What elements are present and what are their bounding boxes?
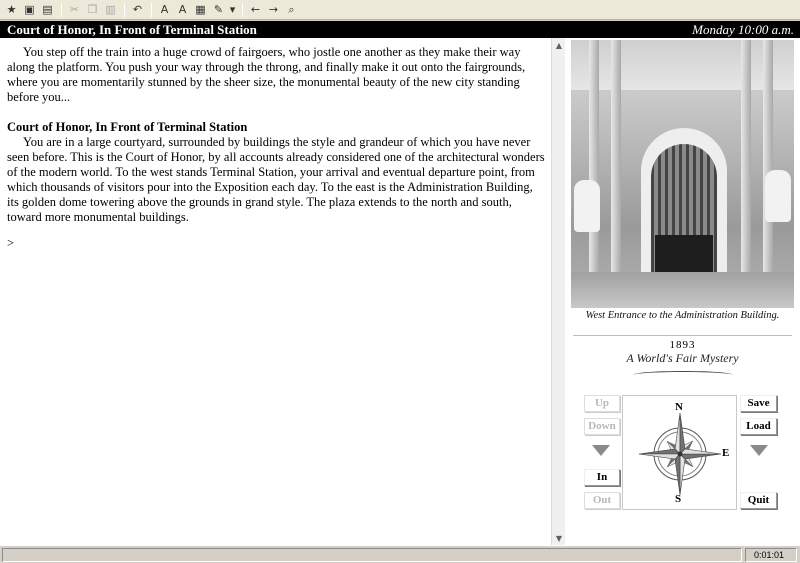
photo-statue [765,170,791,222]
scroll-down-arrow-icon[interactable]: ▼ [552,531,566,545]
options-icon[interactable]: ✎ [210,2,227,18]
location-photo [571,40,794,308]
open-icon[interactable]: ▤ [39,2,56,18]
font-alt-icon[interactable]: A [174,2,191,18]
down-triangle-icon [750,445,768,456]
intro-text: You step off the train into a huge crowd… [7,45,526,104]
year-label: 1893 [669,339,696,351]
photo-pillar [589,40,599,308]
game-time: Monday 10:00 a.m. [692,21,794,37]
status-bar: 0:01:01 [0,545,800,563]
dropdown-arrow-icon[interactable]: ▾ [228,2,237,18]
back-icon[interactable]: ← [247,2,264,18]
toolbar: ★ ▣ ▤ ✂ ❐ ▥ ↶ A A ▦ ✎ ▾ ← → ⌕ [0,0,800,20]
cut-icon[interactable]: ✂ [66,2,83,18]
status-message-panel [2,548,742,562]
scroll-up-arrow-icon[interactable]: ▲ [552,38,566,52]
find-icon[interactable]: ⌕ [283,2,300,18]
story-info-icon[interactable]: ▦ [192,2,209,18]
logo-flourish [633,371,733,379]
compass-rose-icon[interactable] [635,409,725,499]
in-button[interactable]: In [584,469,620,486]
paste-icon[interactable]: ▥ [102,2,119,18]
photo-roof [571,40,794,90]
location-name: Court of Honor, In Front of Terminal Sta… [7,21,257,37]
out-button[interactable]: Out [584,492,620,509]
quit-button[interactable]: Quit [740,492,777,509]
room-title: Court of Honor, In Front of Terminal Sta… [7,120,248,134]
new-icon[interactable]: ★ [3,2,20,18]
undo-icon[interactable]: ↶ [129,2,146,18]
transcript-pane[interactable]: You step off the train into a huge crowd… [0,38,551,545]
room-description: You are in a large courtyard, surrounded… [7,135,545,224]
game-status-line: Court of Honor, In Front of Terminal Sta… [0,21,800,38]
photo-pillar [611,40,621,308]
save-icon[interactable]: ▣ [21,2,38,18]
photo-pillar [741,40,751,308]
toolbar-separator [124,2,125,17]
game-logo-text: A World's Fair Mystery [626,351,739,365]
down-triangle-icon [592,445,610,456]
photo-statue [574,180,600,232]
command-prompt[interactable]: > [7,236,545,251]
toolbar-separator [61,2,62,17]
save-button[interactable]: Save [740,395,777,412]
photo-ground [571,272,794,308]
photo-caption: West Entrance to the Administration Buil… [585,310,780,321]
divider [573,335,792,336]
toolbar-separator [242,2,243,17]
forward-icon[interactable]: → [265,2,282,18]
down-button[interactable]: Down [584,418,620,435]
up-button[interactable]: Up [584,395,620,412]
font-icon[interactable]: A [156,2,173,18]
compass-panel: N S E [622,395,737,510]
copy-icon[interactable]: ❐ [84,2,101,18]
vertical-scrollbar[interactable]: ▲ ▼ [551,38,565,545]
load-button[interactable]: Load [740,418,777,435]
toolbar-separator [151,2,152,17]
elapsed-time: 0:01:01 [745,548,797,562]
